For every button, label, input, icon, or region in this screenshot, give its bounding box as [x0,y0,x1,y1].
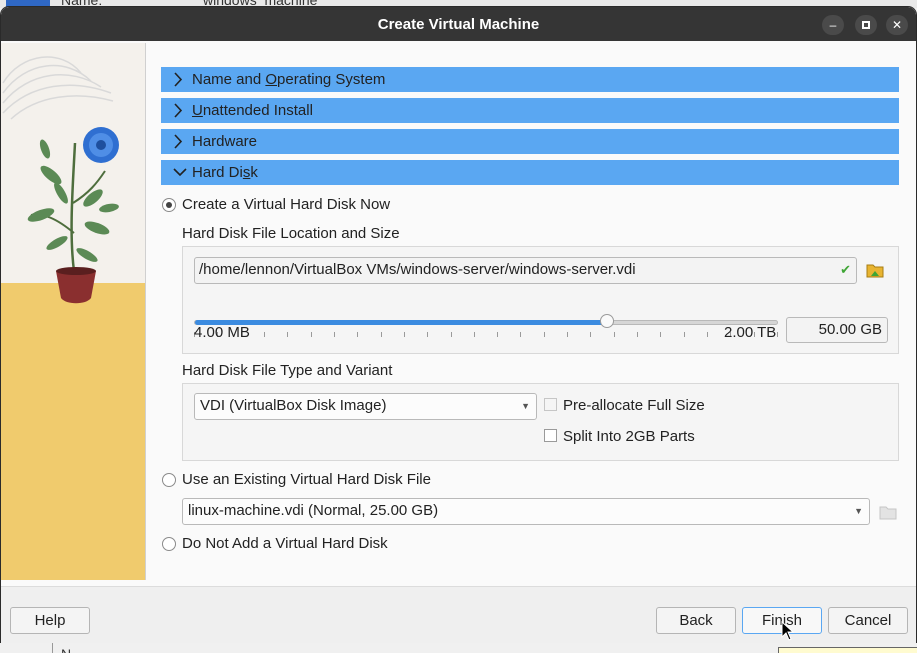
background-divider [52,643,53,653]
slider-tick [311,332,312,337]
section-name-and-os[interactable]: Name and Operating System [161,67,899,92]
slider-tick [590,332,591,337]
disk-size-min-label: 4.00 MB [194,324,250,341]
no-disk-radio[interactable] [162,537,176,551]
existing-disk-value: linux-machine.vdi (Normal, 25.00 GB) [188,502,439,519]
use-existing-radio[interactable] [162,473,176,487]
folder-browse-icon[interactable] [865,260,885,280]
slider-tick [404,332,405,337]
slider-tick [637,332,638,337]
disk-size-value: 50.00 GB [818,321,882,338]
split-2gb-checkbox[interactable] [544,429,557,442]
slider-tick [451,332,452,337]
title-bar: Create Virtual Machine – ✕ [1,7,916,41]
mouse-cursor-icon [781,620,795,643]
disk-size-slider[interactable] [194,314,778,328]
slider-tick [264,332,265,337]
disk-size-slider-fill [195,320,608,325]
split-2gb-label[interactable]: Split Into 2GB Parts [563,428,695,445]
close-icon[interactable]: ✕ [886,15,908,35]
slider-tick [544,332,545,337]
dialog-title: Create Virtual Machine [377,16,540,33]
section-label: Hard Disk [192,164,258,181]
wizard-illustration [1,43,146,580]
create-disk-radio[interactable] [162,198,176,212]
disk-size-input[interactable]: 50.00 GB [786,317,888,343]
disk-type-value: VDI (VirtualBox Disk Image) [200,397,387,414]
slider-tick [707,332,708,337]
background-name-label-bottom: N [61,646,71,653]
disk-type-select[interactable]: VDI (VirtualBox Disk Image) ▼ [194,393,537,420]
cancel-button[interactable]: Cancel [828,607,908,634]
button-bar: Help Back Finish Cancel [1,586,916,643]
section-unattended-install[interactable]: Unattended Install [161,98,899,123]
type-variant-group-label: Hard Disk File Type and Variant [182,362,393,379]
minimize-icon[interactable]: – [822,15,844,35]
section-label: Unattended Install [192,102,313,119]
slider-tick [497,332,498,337]
section-hardware[interactable]: Hardware [161,129,899,154]
maximize-icon[interactable] [855,15,877,35]
slider-tick [520,332,521,337]
slider-tick [287,332,288,337]
disk-file-path-input[interactable]: /home/lennon/VirtualBox VMs/windows-serv… [194,257,857,284]
location-size-group-label: Hard Disk File Location and Size [182,225,400,242]
preallocate-checkbox[interactable] [544,398,557,411]
chevron-right-icon [173,67,183,100]
chevron-right-icon [173,98,183,131]
dropdown-arrow-icon: ▼ [854,506,863,516]
section-hard-disk[interactable]: Hard Disk [161,160,899,185]
slider-tick [684,332,685,337]
no-disk-label[interactable]: Do Not Add a Virtual Hard Disk [182,535,388,552]
preallocate-label[interactable]: Pre-allocate Full Size [563,397,705,414]
slider-tick [334,332,335,337]
back-button[interactable]: Back [656,607,736,634]
create-vm-dialog: Create Virtual Machine – ✕ Name and Oper… [1,7,916,643]
create-disk-label[interactable]: Create a Virtual Hard Disk Now [182,196,390,213]
slider-tick [614,332,615,337]
slider-tick [660,332,661,337]
slider-tick [381,332,382,337]
disk-size-slider-ticks [194,332,778,337]
existing-disk-select[interactable]: linux-machine.vdi (Normal, 25.00 GB) ▼ [182,498,870,525]
section-label: Hardware [192,133,258,150]
slider-tick [357,332,358,337]
background-tooltip [778,647,917,653]
slider-tick [777,332,778,337]
disk-file-path-value: /home/lennon/VirtualBox VMs/windows-serv… [199,261,636,278]
background-app-bottom: N [0,643,917,653]
valid-check-icon: ✔ [840,262,851,277]
chevron-right-icon [173,129,183,162]
section-label: Name and Operating System [192,71,386,88]
help-button[interactable]: Help [10,607,90,634]
disk-size-max-label: 2.00 TB [724,324,777,341]
existing-disk-browse-icon[interactable] [878,502,898,522]
slider-tick [427,332,428,337]
dropdown-arrow-icon: ▼ [521,401,530,411]
chevron-down-icon [173,160,187,193]
wizard-content: Name and Operating System Unattended Ins… [1,41,916,586]
slider-tick [474,332,475,337]
use-existing-label[interactable]: Use an Existing Virtual Hard Disk File [182,471,431,488]
slider-tick [567,332,568,337]
